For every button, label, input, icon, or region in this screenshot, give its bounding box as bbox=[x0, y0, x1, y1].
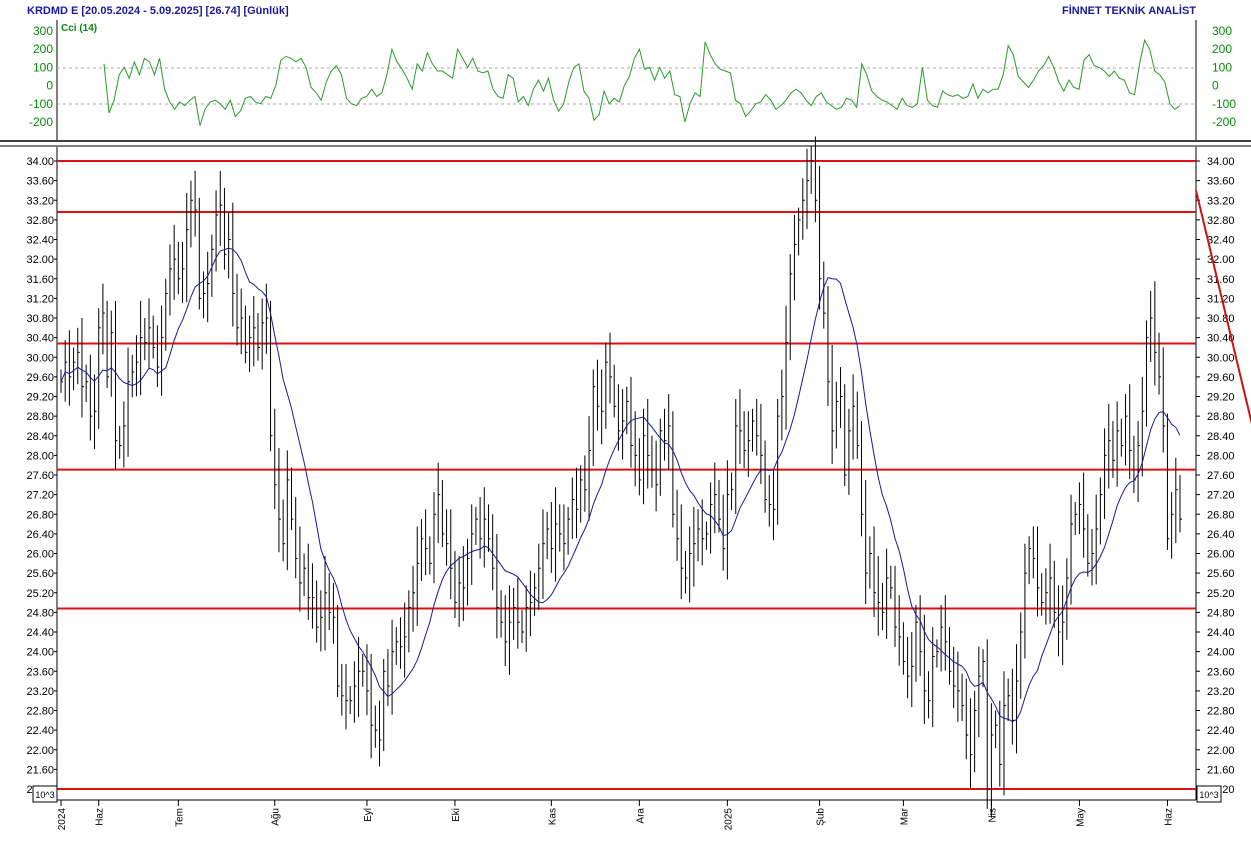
cci-panel: Cci (14) 300 300 200 200 100 100 0 0 -100 -100 -20… bbox=[0, 20, 1251, 142]
y-tick-label-left: 21.60 bbox=[26, 764, 54, 776]
x-axis: 2024 Haz Tem Ağu Eyl Eki Kas Ara 2025 Şub Mar Nis Ma… bbox=[57, 799, 1196, 831]
y-tick-label-left: 22.00 bbox=[26, 745, 54, 757]
cci-tick-label-left: 100 bbox=[33, 60, 53, 74]
y-tick-label-right: 24.40 bbox=[1207, 627, 1235, 639]
cci-tick-label-right: 0 bbox=[1212, 79, 1219, 93]
y-tick-label-left: 32.80 bbox=[26, 215, 54, 227]
vendor-label: FİNNET TEKNİK ANALİST bbox=[1062, 4, 1196, 17]
x-tick-label: Haz bbox=[95, 808, 106, 826]
scale-box-right-text: 10^3 bbox=[1199, 790, 1218, 800]
x-tick-label: Eyl bbox=[363, 808, 374, 822]
y-tick-label-left: 29.20 bbox=[26, 392, 54, 404]
x-tick-label: Nis bbox=[987, 808, 998, 822]
price-panel: 34.00 33.60 33.20 32.80 32.40 32.00 31.60 31.20… bbox=[0, 136, 1251, 818]
x-tick-label: 2025 bbox=[723, 808, 734, 831]
y-tick-label-right: 27.60 bbox=[1207, 470, 1235, 482]
x-tick-label: Ara bbox=[635, 808, 646, 824]
y-tick-label-left: 33.20 bbox=[26, 195, 54, 207]
y-tick-label-left: 22.40 bbox=[26, 725, 54, 737]
y-tick-label-left: 27.20 bbox=[26, 490, 54, 502]
y-tick-label-left: 28.00 bbox=[26, 450, 54, 462]
y-tick-label-right: 26.80 bbox=[1207, 509, 1235, 521]
y-tick-label-left: 28.40 bbox=[26, 431, 54, 443]
y-tick-label-left: 23.60 bbox=[26, 666, 54, 678]
y-tick-label-right: 29.20 bbox=[1207, 392, 1235, 404]
y-tick-label-right: 33.60 bbox=[1207, 176, 1235, 188]
y-tick-label-right: 30.00 bbox=[1207, 352, 1235, 364]
y-tick-label-right: 24.00 bbox=[1207, 647, 1235, 659]
y-tick-label-left: 26.40 bbox=[26, 529, 54, 541]
cci-tick-label-right: -200 bbox=[1212, 115, 1236, 129]
y-tick-label-right: 25.60 bbox=[1207, 568, 1235, 580]
cci-tick-label-right: -100 bbox=[1212, 97, 1236, 111]
y-tick-label-right: 31.60 bbox=[1207, 274, 1235, 286]
cci-tick-label-left: 300 bbox=[33, 24, 53, 38]
x-tick-label: Tem bbox=[174, 808, 185, 827]
y-tick-label-right: 22.40 bbox=[1207, 725, 1235, 737]
y-tick-label-right: 30.80 bbox=[1207, 313, 1235, 325]
y-tick-label-left: 30.40 bbox=[26, 333, 54, 345]
y-tick-label-right: 22.80 bbox=[1207, 706, 1235, 718]
y-tick-label-left: 31.20 bbox=[26, 293, 54, 305]
y-tick-label-left: 28.80 bbox=[26, 411, 54, 423]
y-tick-label-right: 28.40 bbox=[1207, 431, 1235, 443]
x-tick-label: May bbox=[1075, 808, 1086, 827]
y-tick-label-right: 22.00 bbox=[1207, 745, 1235, 757]
y-tick-label-left: 30.80 bbox=[26, 313, 54, 325]
x-tick-label: 2024 bbox=[57, 808, 68, 831]
y-tick-label-left: 31.60 bbox=[26, 274, 54, 286]
y-tick-label-left: 29.60 bbox=[26, 372, 54, 384]
y-tick-label-left: 32.40 bbox=[26, 235, 54, 247]
cci-tick-label-right: 200 bbox=[1212, 42, 1232, 56]
y-tick-label-right: 25.20 bbox=[1207, 588, 1235, 600]
scale-box-left-text: 10^3 bbox=[35, 790, 54, 800]
chart-title: KRDMD E [20.05.2024 - 5.09.2025] [26.74]… bbox=[27, 5, 289, 17]
y-tick-label-left: 27.60 bbox=[26, 470, 54, 482]
cci-tick-label-right: 100 bbox=[1212, 60, 1232, 74]
y-tick-label-left: 25.60 bbox=[26, 568, 54, 580]
y-tick-label-right: 28.80 bbox=[1207, 411, 1235, 423]
cci-series-line bbox=[103, 38, 1181, 126]
y-tick-label-right: 33.20 bbox=[1207, 195, 1235, 207]
y-tick-label-left: 22.80 bbox=[26, 706, 54, 718]
y-tick-label-right: 29.60 bbox=[1207, 372, 1235, 384]
y-tick-label-left: 25.20 bbox=[26, 588, 54, 600]
y-tick-label-left: 23.20 bbox=[26, 686, 54, 698]
y-tick-label-right: 34.00 bbox=[1207, 156, 1235, 168]
x-tick-label: Ağu bbox=[271, 808, 282, 826]
cci-label: Cci (14) bbox=[61, 23, 97, 34]
y-tick-label-right: 28.00 bbox=[1207, 450, 1235, 462]
y-tick-label-left: 24.40 bbox=[26, 627, 54, 639]
chart-root: KRDMD E [20.05.2024 - 5.09.2025] [26.74]… bbox=[0, 4, 1251, 831]
y-tick-label-right: 32.80 bbox=[1207, 215, 1235, 227]
y-tick-label-right: 32.40 bbox=[1207, 235, 1235, 247]
moving-average-line bbox=[60, 247, 1181, 722]
x-tick-label: Kas bbox=[547, 808, 558, 825]
y-tick-label-left: 34.00 bbox=[26, 156, 54, 168]
x-tick-label: Şub bbox=[816, 808, 827, 826]
y-tick-label-right: 21.60 bbox=[1207, 764, 1235, 776]
y-tick-label-right: 23.60 bbox=[1207, 666, 1235, 678]
y-tick-label-right: 23.20 bbox=[1207, 686, 1235, 698]
y-tick-label-right: 27.20 bbox=[1207, 490, 1235, 502]
cci-tick-label-right: 300 bbox=[1212, 24, 1232, 38]
cci-tick-label-left: -200 bbox=[29, 115, 53, 129]
x-tick-label: Haz bbox=[1163, 808, 1174, 826]
cci-tick-label-left: 200 bbox=[33, 42, 53, 56]
cci-tick-label-left: 0 bbox=[46, 79, 53, 93]
cci-tick-label-left: -100 bbox=[29, 97, 53, 111]
y-tick-label-left: 33.60 bbox=[26, 176, 54, 188]
y-tick-label-left: 24.80 bbox=[26, 607, 54, 619]
y-tick-label-right: 26.00 bbox=[1207, 549, 1235, 561]
x-tick-label: Eki bbox=[451, 808, 462, 822]
y-tick-label-left: 26.80 bbox=[26, 509, 54, 521]
y-tick-label-left: 32.00 bbox=[26, 254, 54, 266]
y-tick-label-left: 30.00 bbox=[26, 352, 54, 364]
y-tick-label-right: 24.80 bbox=[1207, 607, 1235, 619]
y-tick-label-left: 24.00 bbox=[26, 647, 54, 659]
x-tick-label: Mar bbox=[899, 807, 910, 825]
y-tick-label-left: 26.00 bbox=[26, 549, 54, 561]
y-tick-label-right: 26.40 bbox=[1207, 529, 1235, 541]
